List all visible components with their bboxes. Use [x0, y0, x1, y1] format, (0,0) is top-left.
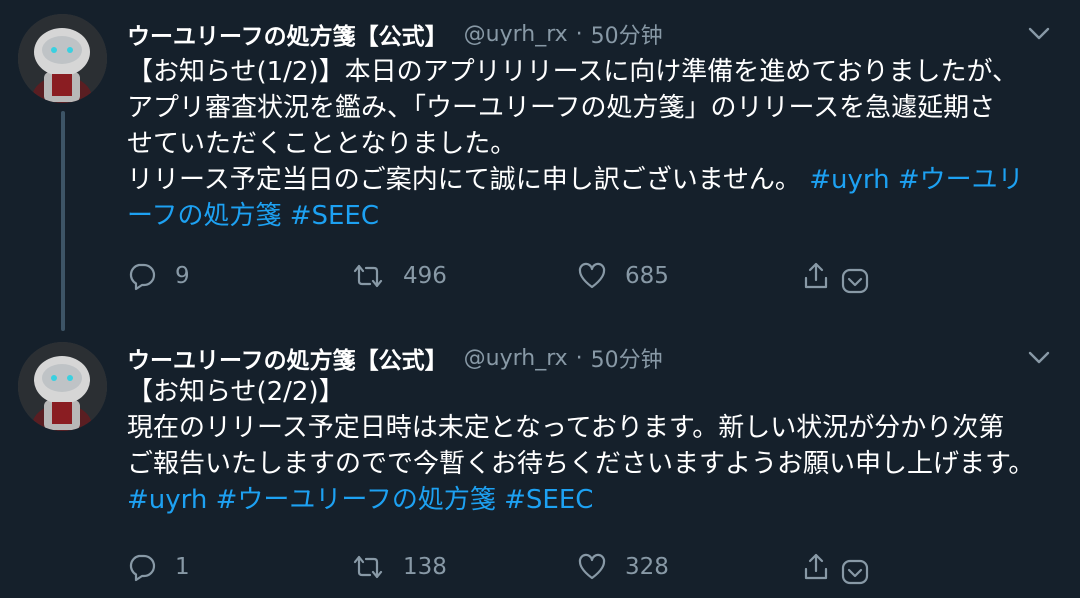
reply-icon — [127, 552, 157, 582]
tweet-text: 【お知らせ(2/2)】 現在のリリース予定日時は未定となっております。新しい状況… — [127, 374, 1056, 518]
reply-button[interactable]: 1 — [127, 547, 190, 587]
timestamp[interactable]: 50分钟 — [591, 342, 663, 374]
tweet-text-line: ご報告いたしますのでで今暫くお待ちくださいますようお願い申し上げます。 — [127, 449, 1035, 479]
hashtag-line: #uyrh #ウーユリーフの処方箋 #SEEC — [127, 482, 1056, 518]
tweet-text-line: アプリ審査状況を鑑み、「ウーユリーフの処方箋」のリリースを急遽延期さ — [127, 93, 996, 123]
tweet[interactable]: ウーユリーフの処方箋【公式】 @uyrh_rx · 50分钟 【お知らせ(1/2… — [0, 0, 1080, 338]
retweet-button[interactable]: 138 — [351, 547, 447, 587]
like-button[interactable]: 685 — [577, 256, 669, 296]
share-button[interactable] — [801, 547, 831, 587]
hashtag-link[interactable]: #SEEC — [504, 485, 593, 515]
display-name[interactable]: ウーユリーフの処方箋【公式】 — [127, 341, 448, 375]
share-icon — [801, 261, 831, 291]
like-count: 328 — [625, 554, 669, 580]
thread-connector-line — [61, 111, 65, 331]
tweet-text-line: 現在のリリース予定日時は未定となっております。新しい状況が分かり次第 — [127, 413, 1005, 443]
like-count: 685 — [625, 263, 669, 289]
hashtag-link[interactable]: #uyrh — [809, 165, 889, 195]
share-icon — [801, 552, 831, 582]
separator-dot: · — [575, 21, 583, 47]
tweet-text: 【お知らせ(1/2)】本日のアプリリリースに向け準備を進めておりましたが、 アプ… — [127, 54, 1056, 234]
tweet-header: ウーユリーフの処方箋【公式】 @uyrh_rx · 50分钟 — [127, 16, 663, 52]
share-button[interactable] — [801, 256, 831, 296]
tweet-text-line: 【お知らせ(1/2)】本日のアプリリリースに向け準備を進めておりましたが、 — [127, 57, 1019, 87]
tweet-header: ウーユリーフの処方箋【公式】 @uyrh_rx · 50分钟 — [127, 340, 663, 376]
retweet-icon — [351, 261, 385, 291]
reply-count: 1 — [175, 554, 190, 580]
hashtag-link[interactable]: #SEEC — [290, 201, 379, 231]
hashtag-link[interactable]: #ウーユリ — [898, 165, 1024, 195]
retweet-count: 138 — [403, 554, 447, 580]
save-icon[interactable] — [840, 557, 870, 587]
tweet-text-line: ーフの処方箋 #SEEC — [127, 198, 1056, 234]
retweet-icon — [351, 552, 385, 582]
hashtag-link[interactable]: #ウーユリーフの処方箋 — [216, 485, 496, 515]
avatar[interactable] — [18, 342, 107, 431]
save-icon[interactable] — [840, 266, 870, 296]
reply-count: 9 — [175, 263, 190, 289]
display-name[interactable]: ウーユリーフの処方箋【公式】 — [127, 17, 448, 51]
heart-icon — [577, 261, 607, 291]
avatar[interactable] — [18, 14, 107, 103]
tweet-text-segment: リリース予定当日のご案内にて誠に申し訳ございません。 — [127, 165, 801, 195]
timestamp[interactable]: 50分钟 — [591, 18, 663, 50]
user-handle[interactable]: @uyrh_rx — [464, 22, 568, 47]
retweet-button[interactable]: 496 — [351, 256, 447, 296]
reply-icon — [127, 261, 157, 291]
like-button[interactable]: 328 — [577, 547, 669, 587]
hashtag-link-continued[interactable]: ーフの処方箋 — [127, 201, 281, 231]
hashtag-link[interactable]: #uyrh — [127, 485, 207, 515]
heart-icon — [577, 552, 607, 582]
tweet-text-line-with-hashtags: リリース予定当日のご案内にて誠に申し訳ございません。 #uyrh #ウーユリ — [127, 162, 1056, 198]
chevron-down-icon[interactable] — [1028, 350, 1050, 364]
reply-button[interactable]: 9 — [127, 256, 190, 296]
chevron-down-icon[interactable] — [1028, 26, 1050, 40]
separator-dot: · — [575, 345, 583, 371]
tweet-text-line: 【お知らせ(2/2)】 — [127, 377, 345, 407]
tweet-text-line: せていただくこととなりました。 — [127, 129, 517, 159]
retweet-count: 496 — [403, 263, 447, 289]
user-handle[interactable]: @uyrh_rx — [464, 346, 568, 371]
tweet[interactable]: ウーユリーフの処方箋【公式】 @uyrh_rx · 50分钟 【お知らせ(2/2… — [0, 338, 1080, 598]
